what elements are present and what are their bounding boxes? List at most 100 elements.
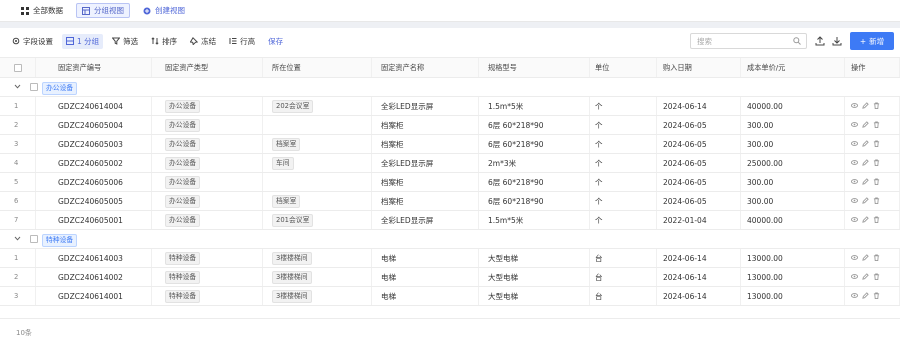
view-icon[interactable] xyxy=(851,197,858,206)
col-header-date[interactable]: 购入日期 xyxy=(657,58,741,77)
asset-type-cell: 特种设备 xyxy=(159,268,263,286)
edit-icon[interactable] xyxy=(862,101,869,111)
table-row[interactable]: 5 GDZC240605006 办公设备 档案柜 6层 60*218*90 个 2024-0… xyxy=(0,173,900,192)
col-header-name[interactable]: 固定资产名称 xyxy=(375,58,479,77)
table-row[interactable]: 1 GDZC240614004 办公设备 202会议室 全彩LED显示屏 1.5m*5米个… xyxy=(0,97,900,116)
plus-icon: + xyxy=(859,36,867,46)
upload-icon[interactable] xyxy=(815,36,825,46)
edit-icon[interactable] xyxy=(862,177,869,187)
edit-icon[interactable] xyxy=(862,291,869,301)
select-all-checkbox[interactable] xyxy=(0,58,36,77)
table-row[interactable]: 2 GDZC240605004 办公设备 档案柜 6层 60*218*90 个 2024-0… xyxy=(0,116,900,135)
chevron-down-icon[interactable] xyxy=(14,83,21,92)
group-header-office[interactable]: 办公设备 xyxy=(0,78,900,97)
table-row[interactable]: 2 GDZC240614002 特种设备 3楼楼梯间 电梯 大型电梯台 2024-06-14… xyxy=(0,268,900,287)
search-box[interactable] xyxy=(690,33,807,49)
filter-button[interactable]: 筛选 xyxy=(108,34,142,49)
delete-icon[interactable] xyxy=(873,253,880,263)
group-button[interactable]: 1 分组 xyxy=(62,33,104,49)
delete-icon[interactable] xyxy=(873,177,880,187)
row-actions xyxy=(845,116,900,134)
view-icon[interactable] xyxy=(851,216,858,225)
col-header-price[interactable]: 成本单价/元 xyxy=(741,58,845,77)
row-height-icon xyxy=(229,37,237,45)
col-header-code[interactable]: 固定资产编号 xyxy=(52,58,152,77)
freeze-button[interactable]: 冻结 xyxy=(186,34,220,49)
asset-spec: 大型电梯 xyxy=(482,268,590,286)
location-tag: 档案室 xyxy=(272,194,301,208)
view-icon[interactable] xyxy=(851,178,858,187)
col-header-spec[interactable]: 规格型号 xyxy=(482,58,590,77)
delete-icon[interactable] xyxy=(873,101,880,111)
purchase-date: 2024-06-05 xyxy=(657,192,741,210)
row-index: 6 xyxy=(0,192,36,210)
edit-icon[interactable] xyxy=(862,272,869,282)
group-tag: 特种设备 xyxy=(42,234,78,247)
delete-icon[interactable] xyxy=(873,215,880,225)
view-icon[interactable] xyxy=(851,159,858,168)
view-icon[interactable] xyxy=(851,140,858,149)
delete-icon[interactable] xyxy=(873,139,880,149)
purchase-date: 2024-06-14 xyxy=(657,287,741,305)
asset-type-tag: 特种设备 xyxy=(165,289,201,303)
col-header-type[interactable]: 固定资产类型 xyxy=(159,58,263,77)
unit-price: 300.00 xyxy=(741,116,845,134)
table-row[interactable]: 7 GDZC240605001 办公设备 201会议室 全彩LED显示屏 1.5m*5米个… xyxy=(0,211,900,230)
asset-code: GDZC240605003 xyxy=(52,135,152,153)
tab-create-view[interactable]: 创建视图 xyxy=(138,3,190,18)
row-height-button[interactable]: 行高 xyxy=(225,34,259,49)
edit-icon[interactable] xyxy=(862,215,869,225)
field-settings-button[interactable]: 字段设置 xyxy=(8,34,57,49)
chevron-down-icon[interactable] xyxy=(14,235,21,244)
search-input[interactable] xyxy=(697,36,787,46)
edit-icon[interactable] xyxy=(862,158,869,168)
table-row[interactable]: 1 GDZC240614003 特种设备 3楼楼梯间 电梯 大型电梯台 2024-06-14… xyxy=(0,249,900,268)
table-row[interactable]: 3 GDZC240614001 特种设备 3楼楼梯间 电梯 大型电梯台 2024-06-14… xyxy=(0,287,900,306)
unit-price: 40000.00 xyxy=(741,211,845,229)
download-icon[interactable] xyxy=(832,36,842,46)
edit-icon[interactable] xyxy=(862,196,869,206)
view-icon[interactable] xyxy=(851,292,858,301)
unit-price: 300.00 xyxy=(741,135,845,153)
unit-price: 13000.00 xyxy=(741,249,845,267)
group-header-special[interactable]: 特种设备 xyxy=(0,230,900,249)
row-index: 3 xyxy=(0,135,36,153)
tab-all-data[interactable]: 全部数据 xyxy=(16,3,68,18)
edit-icon[interactable] xyxy=(862,120,869,130)
tab-group-view[interactable]: 分组视图 xyxy=(76,3,130,18)
view-icon[interactable] xyxy=(851,254,858,263)
asset-spec: 6层 60*218*90 xyxy=(482,192,590,210)
asset-type-cell: 特种设备 xyxy=(159,287,263,305)
add-new-button[interactable]: + 新增 xyxy=(850,32,894,50)
col-header-location[interactable]: 所在位置 xyxy=(266,58,372,77)
row-actions xyxy=(845,135,900,153)
toolbar: 字段设置 1 分组 筛选 排序 冻结 行高 保存 搜索 + 新增 xyxy=(0,32,900,50)
col-header-unit[interactable]: 单位 xyxy=(589,58,657,77)
row-index: 3 xyxy=(0,287,36,305)
delete-icon[interactable] xyxy=(873,272,880,282)
edit-icon[interactable] xyxy=(862,253,869,263)
delete-icon[interactable] xyxy=(873,158,880,168)
view-icon[interactable] xyxy=(851,273,858,282)
unit-price: 40000.00 xyxy=(741,97,845,115)
delete-icon[interactable] xyxy=(873,291,880,301)
sort-button[interactable]: 排序 xyxy=(147,34,181,49)
tab-group-view-label: 分组视图 xyxy=(94,6,124,15)
asset-code: GDZC240605004 xyxy=(52,116,152,134)
search-icon[interactable] xyxy=(793,37,801,45)
save-button[interactable]: 保存 xyxy=(264,34,287,49)
table-row[interactable]: 3 GDZC240605003 办公设备 档案室 档案柜 6层 60*218*90 个 202… xyxy=(0,135,900,154)
group-label: 1 分组 xyxy=(77,36,100,46)
delete-icon[interactable] xyxy=(873,196,880,206)
group-checkbox[interactable] xyxy=(30,235,38,243)
gear-icon xyxy=(12,37,20,45)
table-row[interactable]: 6 GDZC240605005 办公设备 档案室 档案柜 6层 60*218*90 个 202… xyxy=(0,192,900,211)
asset-type-cell: 办公设备 xyxy=(159,192,263,210)
edit-icon[interactable] xyxy=(862,139,869,149)
view-icon[interactable] xyxy=(851,121,858,130)
group-checkbox[interactable] xyxy=(30,83,38,91)
table-row[interactable]: 4 GDZC240605002 办公设备 车间 全彩LED显示屏 2m*3米个 2024-0… xyxy=(0,154,900,173)
delete-icon[interactable] xyxy=(873,120,880,130)
view-icon[interactable] xyxy=(851,102,858,111)
location-cell: 3楼楼梯间 xyxy=(266,249,372,267)
